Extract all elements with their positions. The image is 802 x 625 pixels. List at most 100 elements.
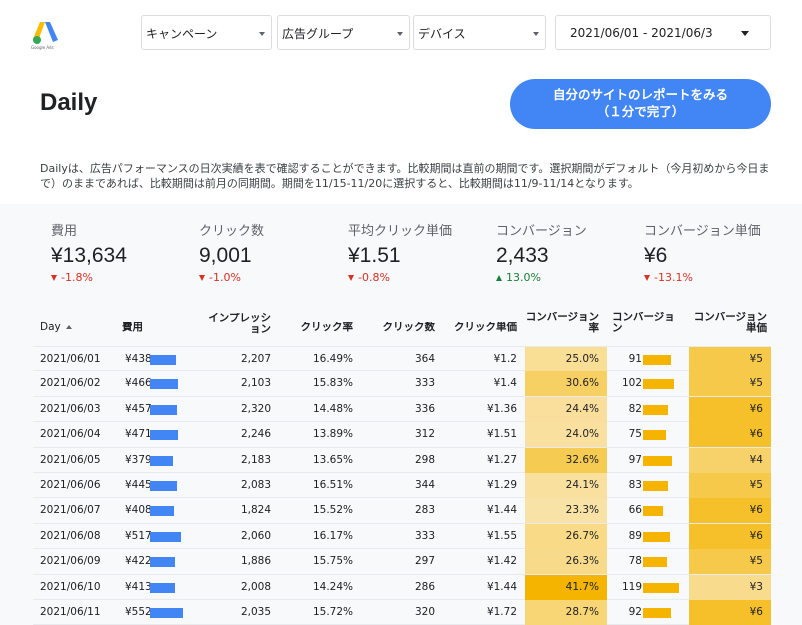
cell-cost: ¥408 bbox=[125, 504, 152, 517]
col-header-cpa[interactable]: コンバージョン単価 bbox=[693, 312, 767, 349]
device-filter-dropdown[interactable]: デバイス bbox=[413, 15, 546, 50]
col-header-cost[interactable]: 費用 bbox=[122, 322, 152, 336]
table-row: 2021/06/01 ¥438 2,207 16.49% 364 ¥1.2 25.0% 91 ¥… bbox=[33, 346, 771, 372]
cell-impressions: 2,008 bbox=[240, 580, 271, 593]
report-panel: 費用 ¥13,634 -1.8% クリック数 9,001 -1.0% 平均クリッ… bbox=[0, 204, 802, 625]
conversions-bar bbox=[643, 506, 663, 517]
table-row: 2021/06/08 ¥517 2,060 16.17% 333 ¥1.55 26.7% 89… bbox=[33, 523, 771, 550]
cell-cpa: ¥3 bbox=[689, 574, 771, 600]
kpi-value: ¥6 bbox=[644, 244, 668, 267]
cost-bar bbox=[150, 506, 174, 517]
cell-clicks: 336 bbox=[414, 402, 435, 415]
cell-ctr: 15.75% bbox=[312, 555, 353, 568]
cell-cpc: ¥1.44 bbox=[486, 504, 517, 517]
col-header-cvr[interactable]: コンバージョン率 bbox=[525, 312, 599, 349]
sort-asc-icon bbox=[65, 325, 72, 329]
table-body: 2021/06/01 ¥438 2,207 16.49% 364 ¥1.2 25.0% 91 ¥… bbox=[33, 346, 771, 625]
cell-cvr: 30.6% bbox=[525, 371, 607, 397]
cell-day: 2021/06/01 bbox=[40, 353, 101, 365]
cell-impressions: 2,183 bbox=[240, 453, 271, 466]
cost-bar bbox=[150, 430, 178, 441]
kpi-value: ¥1.51 bbox=[348, 244, 401, 267]
table-row: 2021/06/11 ¥552 2,035 15.72% 320 ¥1.72 28.7% 92… bbox=[33, 599, 771, 625]
cell-impressions: 2,083 bbox=[240, 478, 271, 491]
cell-cpc: ¥1.27 bbox=[486, 453, 517, 466]
cell-impressions: 2,246 bbox=[240, 428, 271, 441]
cell-impressions: 2,060 bbox=[240, 529, 271, 542]
table-row: 2021/06/09 ¥422 1,886 15.75% 297 ¥1.42 26.3% 78… bbox=[33, 549, 771, 575]
cell-impressions: 2,035 bbox=[240, 605, 271, 618]
col-header-day[interactable]: Day bbox=[40, 322, 72, 336]
kpi-change: -1.8% bbox=[51, 271, 127, 284]
cell-cvr: 23.3% bbox=[525, 498, 607, 524]
cell-cpa: ¥6 bbox=[689, 523, 771, 549]
cell-impressions: 2,103 bbox=[240, 377, 271, 390]
cell-ctr: 14.24% bbox=[312, 580, 353, 593]
kpi-avg-cpc: 平均クリック単価 ¥1.51 -0.8% bbox=[348, 220, 452, 284]
cell-conversions: 83 bbox=[628, 478, 642, 491]
cell-cpa: ¥6 bbox=[689, 396, 771, 422]
table-row: 2021/06/05 ¥379 2,183 13.65% 298 ¥1.27 32.6% 97… bbox=[33, 447, 771, 473]
cell-cpa: ¥6 bbox=[689, 599, 771, 625]
kpi-label: 平均クリック単価 bbox=[348, 224, 453, 239]
cell-conversions: 75 bbox=[628, 428, 642, 441]
kpi-change: 13.0% bbox=[496, 271, 587, 284]
cell-cpc: ¥1.55 bbox=[486, 529, 517, 542]
cell-cpc: ¥1.72 bbox=[486, 605, 517, 618]
cell-ctr: 14.48% bbox=[312, 402, 353, 415]
conversions-bar bbox=[643, 455, 672, 466]
cell-cpc: ¥1.44 bbox=[486, 580, 517, 593]
cell-cvr: 24.1% bbox=[525, 472, 607, 498]
cell-conversions: 92 bbox=[628, 605, 642, 618]
cell-day: 2021/06/02 bbox=[40, 377, 101, 390]
daily-table: Day 費用 インプレッション クリック率 クリック数 クリック単価 コンバージ… bbox=[33, 309, 771, 625]
kpi-value: 2,433 bbox=[496, 244, 549, 267]
kpi-label: 費用 bbox=[51, 224, 78, 239]
cell-cost: ¥552 bbox=[125, 605, 152, 618]
cell-clicks: 312 bbox=[414, 428, 435, 441]
date-range-picker[interactable]: 2021/06/01 - 2021/06/30 bbox=[555, 15, 771, 50]
cell-conversions: 66 bbox=[628, 504, 642, 517]
campaign-filter-dropdown[interactable]: キャンペーン bbox=[141, 15, 272, 50]
kpi-change-text: -0.8% bbox=[358, 271, 390, 284]
cell-conversions: 82 bbox=[628, 402, 642, 415]
cell-cpc: ¥1.4 bbox=[493, 377, 517, 390]
cell-cvr: 25.0% bbox=[525, 347, 607, 372]
cell-day: 2021/06/06 bbox=[40, 478, 101, 491]
cell-cpa: ¥6 bbox=[689, 422, 771, 448]
cell-cpc: ¥1.42 bbox=[486, 555, 517, 568]
cell-cvr: 26.7% bbox=[525, 523, 607, 549]
cell-day: 2021/06/04 bbox=[40, 428, 101, 441]
col-header-ctr[interactable]: クリック率 bbox=[281, 322, 354, 336]
cell-day: 2021/06/05 bbox=[40, 453, 101, 466]
col-header-cpc[interactable]: クリック単価 bbox=[443, 322, 517, 336]
cost-bar bbox=[150, 455, 173, 466]
cell-clicks: 320 bbox=[414, 605, 435, 618]
col-header-conversions[interactable]: コンバージョン bbox=[612, 312, 682, 349]
table-row: 2021/06/04 ¥471 2,246 13.89% 312 ¥1.51 24.0% 75… bbox=[33, 422, 771, 448]
conversions-bar bbox=[643, 404, 668, 415]
cell-clicks: 364 bbox=[414, 353, 435, 365]
cell-cost: ¥457 bbox=[125, 402, 152, 415]
cell-ctr: 16.49% bbox=[312, 353, 353, 365]
cell-cvr: 24.4% bbox=[525, 396, 607, 422]
cell-clicks: 333 bbox=[414, 377, 435, 390]
cell-ctr: 16.51% bbox=[312, 478, 353, 491]
view-own-site-report-button[interactable]: 自分のサイトのレポートをみる （１分で完了） bbox=[510, 79, 771, 129]
device-filter-label: デバイス bbox=[418, 27, 466, 41]
table-header: Day 費用 インプレッション クリック率 クリック数 クリック単価 コンバージ… bbox=[33, 309, 771, 346]
cta-line2: （１分で完了） bbox=[596, 104, 685, 119]
kpi-change: -1.0% bbox=[199, 271, 264, 284]
cell-ctr: 15.83% bbox=[312, 377, 353, 390]
cta-line1: 自分のサイトのレポートをみる bbox=[552, 87, 728, 102]
cell-day: 2021/06/08 bbox=[40, 529, 101, 542]
cell-cpa: ¥5 bbox=[689, 549, 771, 575]
kpi-label: コンバージョン単価 bbox=[644, 224, 761, 239]
cell-cvr: 32.6% bbox=[525, 447, 607, 473]
cell-conversions: 78 bbox=[628, 555, 642, 568]
col-header-impressions[interactable]: インプレッション bbox=[201, 313, 271, 350]
col-header-clicks[interactable]: クリック数 bbox=[365, 322, 436, 336]
adgroup-filter-dropdown[interactable]: 広告グループ bbox=[277, 15, 410, 50]
cost-bar bbox=[150, 355, 176, 365]
conversions-bar bbox=[643, 430, 666, 441]
